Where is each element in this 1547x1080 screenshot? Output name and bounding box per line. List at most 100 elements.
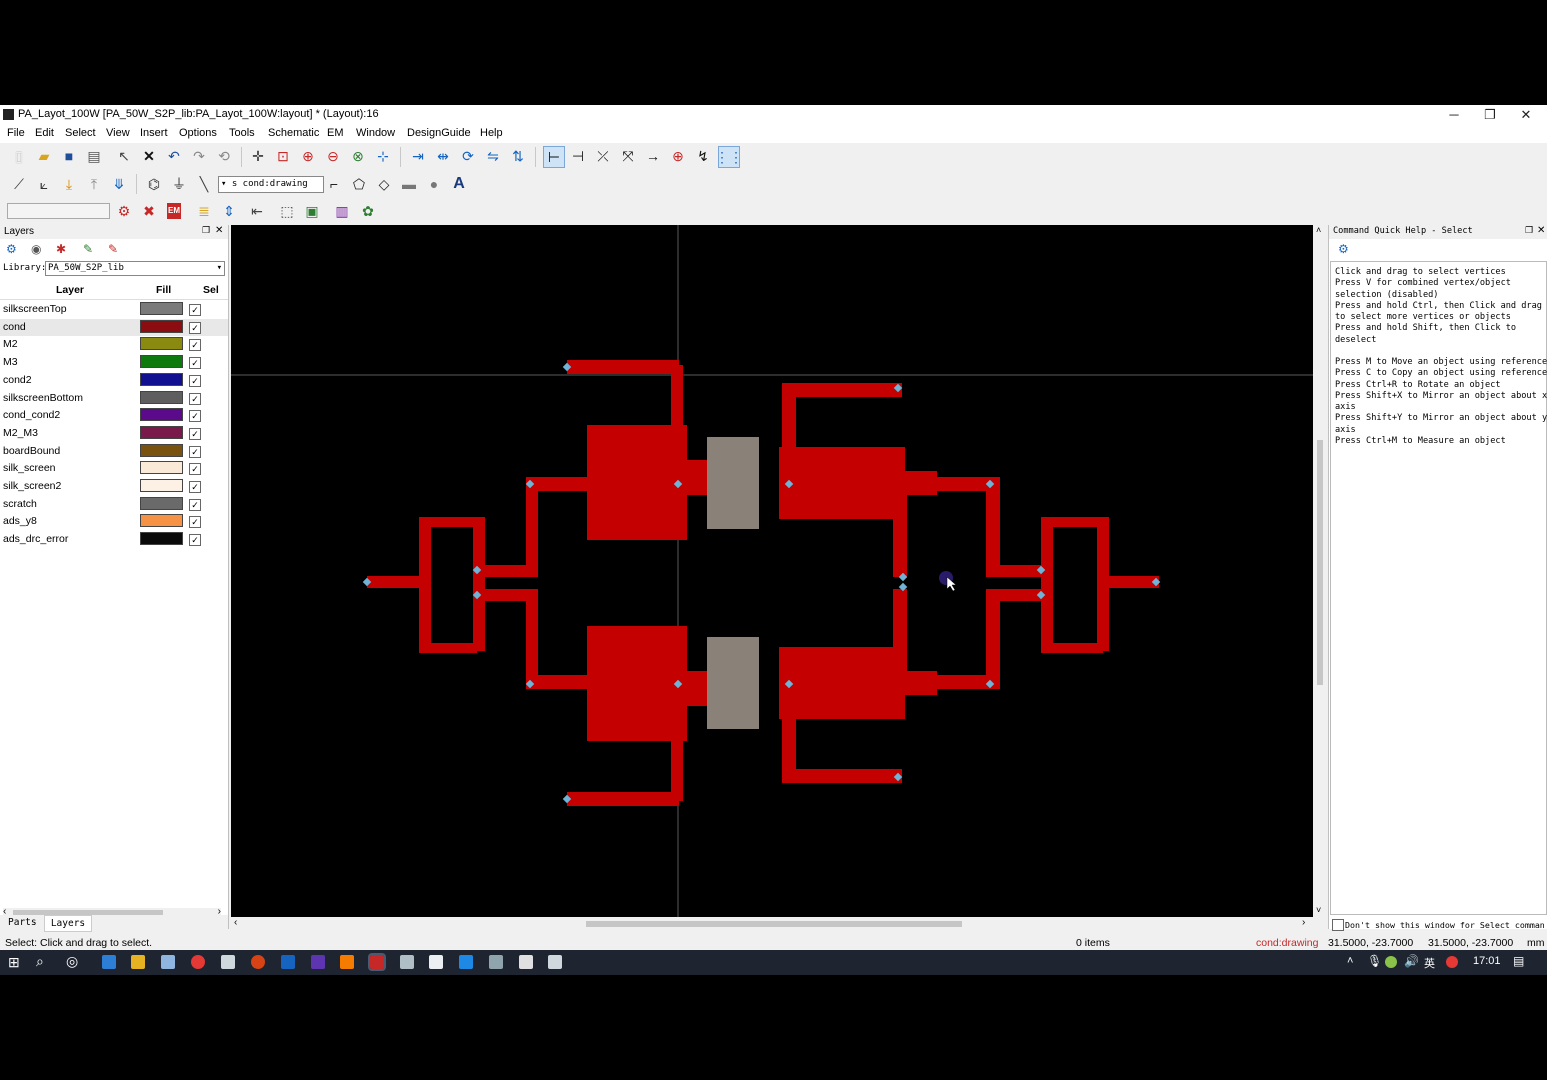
grid-snap-icon[interactable]: ⋮⋮ [715, 146, 743, 168]
snap-edge-icon[interactable]: ⤫ [593, 146, 613, 166]
hscroll-thumb[interactable] [586, 921, 962, 927]
substrate-icon[interactable]: ⇕ [219, 201, 239, 221]
scroll-up-icon[interactable]: ˄ [1316, 225, 1321, 235]
layer-select-checkbox[interactable]: ✓ [189, 321, 201, 334]
snap-midpoint-icon[interactable]: ⊣ [568, 146, 588, 166]
layer-row[interactable]: silk_screen ✓ [0, 460, 228, 477]
layer-row[interactable]: boardBound ✓ [0, 443, 228, 460]
trace-segment[interactable] [526, 589, 538, 689]
layer-select-checkbox[interactable]: ✓ [189, 534, 201, 547]
pop-up-icon[interactable]: ⤒ [84, 174, 104, 194]
layer-fill-swatch[interactable] [140, 319, 183, 333]
trace-segment[interactable] [473, 517, 485, 651]
volume-icon[interactable]: 🔊 [1404, 954, 1419, 968]
layer-fill-swatch[interactable] [140, 479, 183, 492]
flip-icon[interactable]: ⇅ [508, 146, 528, 166]
layer-selector[interactable]: ▾ s cond:drawing [218, 176, 324, 193]
layer-fill-swatch[interactable] [140, 302, 183, 315]
trace-segment[interactable] [986, 565, 1046, 577]
layer-row[interactable]: M2 ✓ [0, 336, 228, 353]
trace-segment[interactable] [779, 647, 905, 719]
panel-close-icon[interactable]: ✕ [1537, 225, 1545, 236]
mirror-icon[interactable]: ⇋ [483, 146, 503, 166]
text-icon[interactable]: A [449, 174, 469, 194]
taskbar-word-icon[interactable] [281, 955, 295, 969]
align-spread-icon[interactable]: ⇹ [433, 146, 453, 166]
polyline-icon[interactable]: ◇ [374, 174, 394, 194]
taskbar-app3-icon[interactable] [340, 955, 354, 969]
trace-segment[interactable] [782, 383, 902, 397]
snap-center-icon[interactable]: ⊕ [668, 146, 688, 166]
task-view-icon[interactable]: ◎ [66, 953, 78, 970]
canvas-hscrollbar[interactable]: ‹ › [231, 917, 1313, 931]
layer-row[interactable]: cond_cond2 ✓ [0, 407, 228, 424]
capacitor-component[interactable] [707, 437, 759, 529]
maximize-button[interactable]: ❐ [1473, 106, 1507, 124]
trace-segment[interactable] [476, 589, 538, 601]
snap-intersect-icon[interactable]: ⤧ [618, 146, 638, 166]
redo-icon[interactable]: ↷ [189, 146, 209, 166]
layer-fill-swatch[interactable] [140, 514, 183, 528]
microphone-icon[interactable]: 🎙 [1367, 954, 1382, 968]
close-button[interactable]: ✕ [1509, 106, 1543, 124]
layer-stack-icon[interactable]: ≣ [194, 201, 214, 221]
push-down-icon[interactable]: ⤓ [59, 174, 79, 194]
layer-select-checkbox[interactable]: ✓ [189, 374, 201, 387]
capacitor-component[interactable] [707, 637, 759, 729]
help-settings-icon[interactable]: ⚙ [1338, 242, 1349, 256]
menu-file[interactable]: File [7, 127, 25, 139]
port-icon[interactable]: ⌬ [144, 174, 164, 194]
trace-segment[interactable] [893, 477, 907, 577]
trace-segment[interactable] [419, 517, 477, 527]
em-icon[interactable]: EM [164, 201, 184, 221]
trace-segment[interactable] [671, 365, 683, 427]
menu-em[interactable]: EM [327, 127, 344, 139]
trace-segment[interactable] [986, 589, 1000, 689]
layer-row[interactable]: silk_screen2 ✓ [0, 478, 228, 495]
plugin-icon[interactable]: ✿ [358, 201, 378, 221]
layer-select-checkbox[interactable]: ✓ [189, 304, 201, 316]
tab-layers[interactable]: Layers [44, 915, 92, 932]
layer-edit-icon[interactable]: ✎ [108, 242, 118, 256]
repeat-icon[interactable]: ⟲ [214, 146, 234, 166]
layer-fill-swatch[interactable] [140, 443, 183, 457]
windows-start-icon[interactable]: ⊞ [8, 954, 20, 971]
trace-segment[interactable] [893, 589, 907, 689]
trace-icon[interactable]: ╲ [194, 174, 214, 194]
layer-remove-icon[interactable]: ✱ [56, 242, 66, 256]
layer-select-checkbox[interactable]: ✓ [189, 463, 201, 476]
minimize-button[interactable]: ─ [1437, 106, 1471, 124]
polygon-icon[interactable]: ⬠ [349, 174, 369, 194]
layout-drawing[interactable] [231, 225, 1313, 917]
open-icon[interactable]: ▰ [34, 146, 54, 166]
layer-fill-swatch[interactable] [140, 337, 183, 351]
dont-show-checkbox[interactable] [1332, 919, 1344, 931]
trace-segment[interactable] [1103, 576, 1159, 588]
search-icon[interactable]: ⌕ [36, 953, 44, 970]
layer-select-checkbox[interactable]: ✓ [189, 410, 201, 423]
trace-segment[interactable] [782, 769, 902, 783]
scroll-down-icon[interactable]: ˅ [1316, 905, 1321, 915]
align-left-icon[interactable]: ⇥ [408, 146, 428, 166]
layer-fill-swatch[interactable] [140, 408, 183, 422]
print-icon[interactable]: ▤ [84, 146, 104, 166]
zoom-in-icon[interactable]: ⊕ [298, 146, 318, 166]
trace-segment[interactable] [782, 383, 796, 448]
menu-schematic[interactable]: Schematic [268, 127, 319, 139]
menu-tools[interactable]: Tools [229, 127, 255, 139]
layer-select-checkbox[interactable]: ✓ [189, 392, 201, 405]
trace-segment[interactable] [1041, 643, 1103, 653]
taskbar-ads-icon[interactable] [368, 953, 386, 971]
taskbar-app4-icon[interactable] [459, 955, 473, 969]
layer-fill-swatch[interactable] [140, 372, 183, 386]
trace-segment[interactable] [419, 643, 477, 653]
layer-row[interactable]: cond ✓ [0, 318, 228, 336]
circle-icon[interactable]: ● [424, 174, 444, 194]
taskbar-app2-icon[interactable] [311, 955, 325, 969]
scroll-left-icon[interactable]: ‹ [234, 917, 237, 928]
layer-fill-swatch[interactable] [140, 390, 183, 404]
snap-vertex-icon[interactable]: ⊢ [543, 146, 565, 168]
layer-fill-swatch[interactable] [140, 355, 183, 369]
snap-pin-icon[interactable]: → [643, 146, 663, 166]
layer-fill-swatch[interactable] [140, 425, 183, 439]
